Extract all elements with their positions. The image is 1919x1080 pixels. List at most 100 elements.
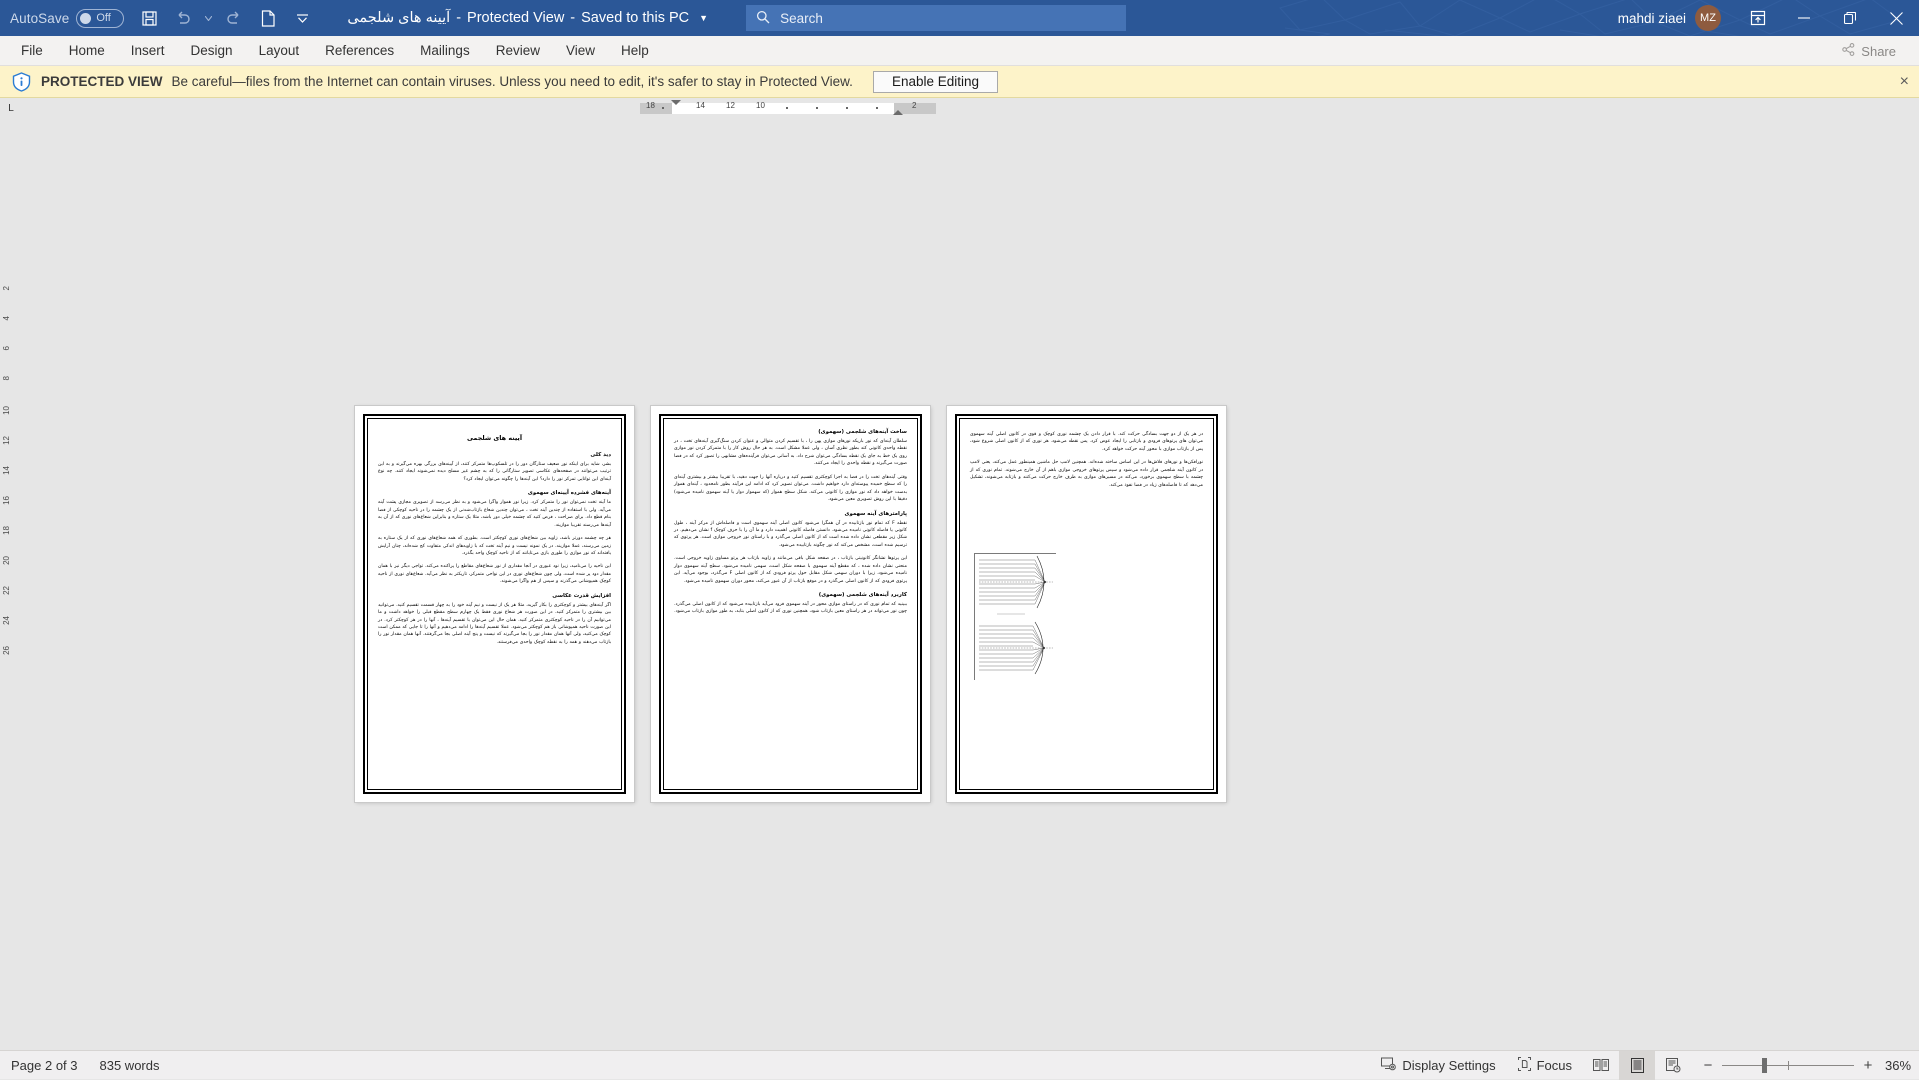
new-document-icon[interactable] xyxy=(251,1,285,35)
tab-insert[interactable]: Insert xyxy=(118,36,178,66)
ruler-mark-18: 18 xyxy=(646,101,655,110)
section-heading: دید کلی xyxy=(378,452,611,458)
autosave-state: Off xyxy=(96,13,110,24)
display-settings-button[interactable]: Display Settings xyxy=(1370,1057,1506,1074)
paragraph: نورافکن‌ها و نورهای فلاش‌ها در این اساس … xyxy=(970,459,1203,489)
save-icon[interactable] xyxy=(132,1,166,35)
zoom-in-button[interactable]: + xyxy=(1861,1057,1875,1074)
zoom-slider-midpoint xyxy=(1788,1061,1789,1070)
document-heading-title: آیینه های شلجمی xyxy=(378,434,611,442)
title-separator-1: - xyxy=(456,10,461,26)
share-label: Share xyxy=(1861,44,1896,59)
ruler-mark-14: 14 xyxy=(696,101,705,110)
paragraph: هر چه چشمه دورتر باشد، زاویه بین شعاع‌ها… xyxy=(378,535,611,557)
share-icon xyxy=(1842,43,1855,59)
tab-layout[interactable]: Layout xyxy=(246,36,313,66)
ruler-mark-2: 2 xyxy=(912,101,916,110)
customize-quick-access-toolbar-icon[interactable] xyxy=(285,1,319,35)
page-1-content: آیینه های شلجمی دید کلی بشر، شاید برای ا… xyxy=(372,421,617,646)
ruler-row: L 18 14 12 10 2 xyxy=(0,98,1919,118)
undo-dropdown-icon[interactable] xyxy=(200,1,217,35)
section-heading: آینه‌های فشرده آیینه‌ای سهموی xyxy=(378,490,611,496)
display-settings-label: Display Settings xyxy=(1402,1058,1495,1073)
tab-help[interactable]: Help xyxy=(608,36,662,66)
undo-icon[interactable] xyxy=(166,1,200,35)
ribbon-display-options-icon[interactable] xyxy=(1735,0,1781,36)
print-layout-icon[interactable] xyxy=(1619,1051,1655,1080)
document-workspace[interactable]: 2 4 6 8 10 12 14 16 18 20 22 24 26 آیینه… xyxy=(0,118,1919,1038)
quick-access-toolbar: AutoSave Off xyxy=(0,1,319,35)
parabolic-mirror-ray-diagram[interactable] xyxy=(974,553,1056,680)
protected-view-indicator: Protected View xyxy=(467,10,564,26)
protected-view-message: Be careful—files from the Internet can c… xyxy=(172,74,853,89)
account-name[interactable]: mahdi ziaei xyxy=(1618,11,1686,26)
close-icon[interactable]: × xyxy=(1900,74,1909,90)
tab-stop-selector[interactable]: L xyxy=(0,98,22,118)
paragraph: نقطه F که تمام نور بازتابیده در آن همگرا… xyxy=(674,520,907,550)
web-layout-icon[interactable] xyxy=(1655,1051,1691,1080)
ray-diagram-svg xyxy=(975,554,1057,681)
ribbon-tab-bar: File Home Insert Design Layout Reference… xyxy=(0,36,1919,66)
page-indicator[interactable]: Page 2 of 3 xyxy=(0,1058,89,1073)
paragraph: این پرتوها نشانگر کانونیتی بازتاب ، در ص… xyxy=(674,555,907,585)
hanging-indent-marker[interactable] xyxy=(893,110,903,115)
tab-references[interactable]: References xyxy=(312,36,407,66)
paragraph: سلطان آینه‌ای که نور باریکه نورهای موازی… xyxy=(674,438,907,468)
page-2-content: ساخت آینه‌های شلجمی (سهموی) سلطان آینه‌ا… xyxy=(668,421,913,616)
zoom-slider-thumb[interactable] xyxy=(1762,1058,1767,1073)
search-icon xyxy=(756,10,770,27)
tab-mailings[interactable]: Mailings xyxy=(407,36,483,66)
redo-icon[interactable] xyxy=(217,1,251,35)
search-box[interactable]: Search xyxy=(746,5,1126,31)
zoom-control[interactable]: − + xyxy=(1691,1057,1885,1074)
tab-review[interactable]: Review xyxy=(483,36,553,66)
word-count[interactable]: 835 words xyxy=(89,1058,171,1073)
avatar[interactable]: MZ xyxy=(1695,5,1721,31)
document-title-group: آیینه های شلجمی - Protected View - Saved… xyxy=(347,10,708,26)
zoom-slider-track[interactable] xyxy=(1722,1065,1854,1066)
page-container: آیینه های شلجمی دید کلی بشر، شاید برای ا… xyxy=(0,118,1919,1038)
ruler-mark-12: 12 xyxy=(726,101,735,110)
paragraph: ما آینه تخت نمی‌توان نور را متمرکز کرد. … xyxy=(378,499,611,529)
paragraph: در هر یک از دو جهت بسادگی حرکت کند. با ق… xyxy=(970,431,1203,453)
section-heading: افزایش قدرت عکاسی xyxy=(378,593,611,599)
protected-view-bar: PROTECTED VIEW Be careful—files from the… xyxy=(0,66,1919,98)
page-3-content: در هر یک از دو جهت بسادگی حرکت کند. با ق… xyxy=(964,421,1209,489)
minimize-icon[interactable] xyxy=(1781,0,1827,36)
section-heading: کاربرد آینه‌های شلجمی (سهموی) xyxy=(674,592,907,598)
status-bar-right: Display Settings Focus xyxy=(1370,1051,1919,1080)
horizontal-ruler[interactable]: 18 14 12 10 2 xyxy=(640,100,936,115)
ruler-mark-10: 10 xyxy=(756,101,765,110)
focus-button[interactable]: Focus xyxy=(1507,1057,1583,1074)
document-page-1[interactable]: آیینه های شلجمی دید کلی بشر، شاید برای ا… xyxy=(355,406,634,802)
first-line-indent-marker[interactable] xyxy=(671,100,681,105)
document-page-2[interactable]: ساخت آینه‌های شلجمی (سهموی) سلطان آینه‌ا… xyxy=(651,406,930,802)
close-icon[interactable] xyxy=(1873,0,1919,36)
page-3-border: در هر یک از دو جهت بسادگی حرکت کند. با ق… xyxy=(955,414,1218,794)
document-page-3[interactable]: در هر یک از دو جهت بسادگی حرکت کند. با ق… xyxy=(947,406,1226,802)
autosave-knob xyxy=(80,13,91,24)
tab-view[interactable]: View xyxy=(553,36,608,66)
tab-file[interactable]: File xyxy=(8,36,56,66)
zoom-level[interactable]: 36% xyxy=(1885,1058,1919,1073)
paragraph: وقتی آینه‌های تخت را در فضا به اجزا کوچک… xyxy=(674,474,907,504)
title-separator-2: - xyxy=(570,10,575,26)
paragraph: ببینید که تمام نوری که در راستای موازی م… xyxy=(674,601,907,616)
tab-design[interactable]: Design xyxy=(178,36,246,66)
tab-home[interactable]: Home xyxy=(56,36,118,66)
display-settings-icon xyxy=(1381,1057,1396,1074)
page-1-border: آیینه های شلجمی دید کلی بشر، شاید برای ا… xyxy=(363,414,626,794)
zoom-out-button[interactable]: − xyxy=(1701,1057,1715,1074)
title-dropdown-icon[interactable]: ▼ xyxy=(699,13,708,23)
document-title: آیینه های شلجمی xyxy=(347,10,450,26)
restore-icon[interactable] xyxy=(1827,0,1873,36)
paragraph: بشر، شاید برای اینکه نور ضعیف ستارگان دو… xyxy=(378,461,611,483)
protected-view-title: PROTECTED VIEW xyxy=(41,74,163,89)
read-mode-icon[interactable] xyxy=(1583,1051,1619,1080)
paragraph: اگر آینه‌های بیشتر و کوچکتری را بکار گیر… xyxy=(378,602,611,647)
section-heading: ساخت آینه‌های شلجمی (سهموی) xyxy=(674,429,907,435)
enable-editing-button[interactable]: Enable Editing xyxy=(873,71,998,93)
shield-info-icon xyxy=(12,72,31,92)
autosave-label: AutoSave xyxy=(10,11,69,26)
autosave-toggle[interactable]: Off xyxy=(76,9,124,28)
